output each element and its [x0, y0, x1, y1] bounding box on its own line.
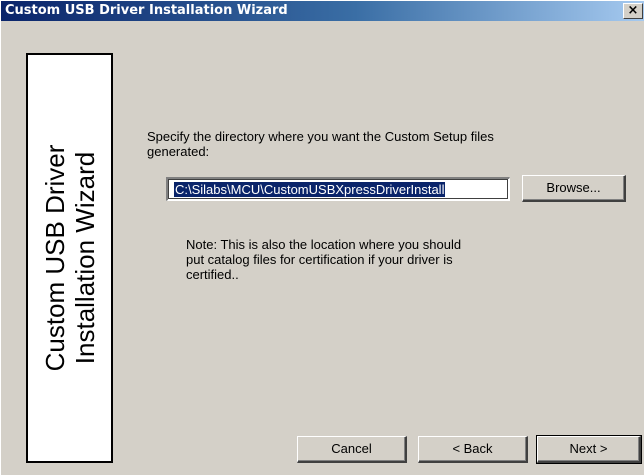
- directory-value: C:\Silabs\MCU\CustomUSBXpressDriverInsta…: [174, 182, 446, 197]
- close-icon: ×: [627, 3, 639, 18]
- title-bar[interactable]: Custom USB Driver Installation Wizard ×: [1, 1, 644, 21]
- cancel-button[interactable]: Cancel: [297, 436, 407, 463]
- window-title: Custom USB Driver Installation Wizard: [5, 3, 288, 18]
- wizard-banner: Custom USB Driver Installation Wizard: [26, 53, 113, 463]
- close-button[interactable]: ×: [623, 3, 643, 19]
- banner-text: Custom USB Driver Installation Wizard: [40, 145, 100, 372]
- directory-input[interactable]: C:\Silabs\MCU\CustomUSBXpressDriverInsta…: [166, 177, 510, 201]
- next-button[interactable]: Next >: [536, 435, 642, 464]
- banner-line-2: Installation Wizard: [69, 151, 100, 365]
- wizard-window: Custom USB Driver Installation Wizard × …: [0, 0, 644, 475]
- catalog-note: Note: This is also the location where yo…: [186, 237, 462, 282]
- directory-instruction: Specify the directory where you want the…: [147, 129, 494, 159]
- browse-button[interactable]: Browse...: [522, 175, 626, 202]
- back-button[interactable]: < Back: [418, 436, 528, 463]
- banner-line-1: Custom USB Driver: [39, 144, 70, 372]
